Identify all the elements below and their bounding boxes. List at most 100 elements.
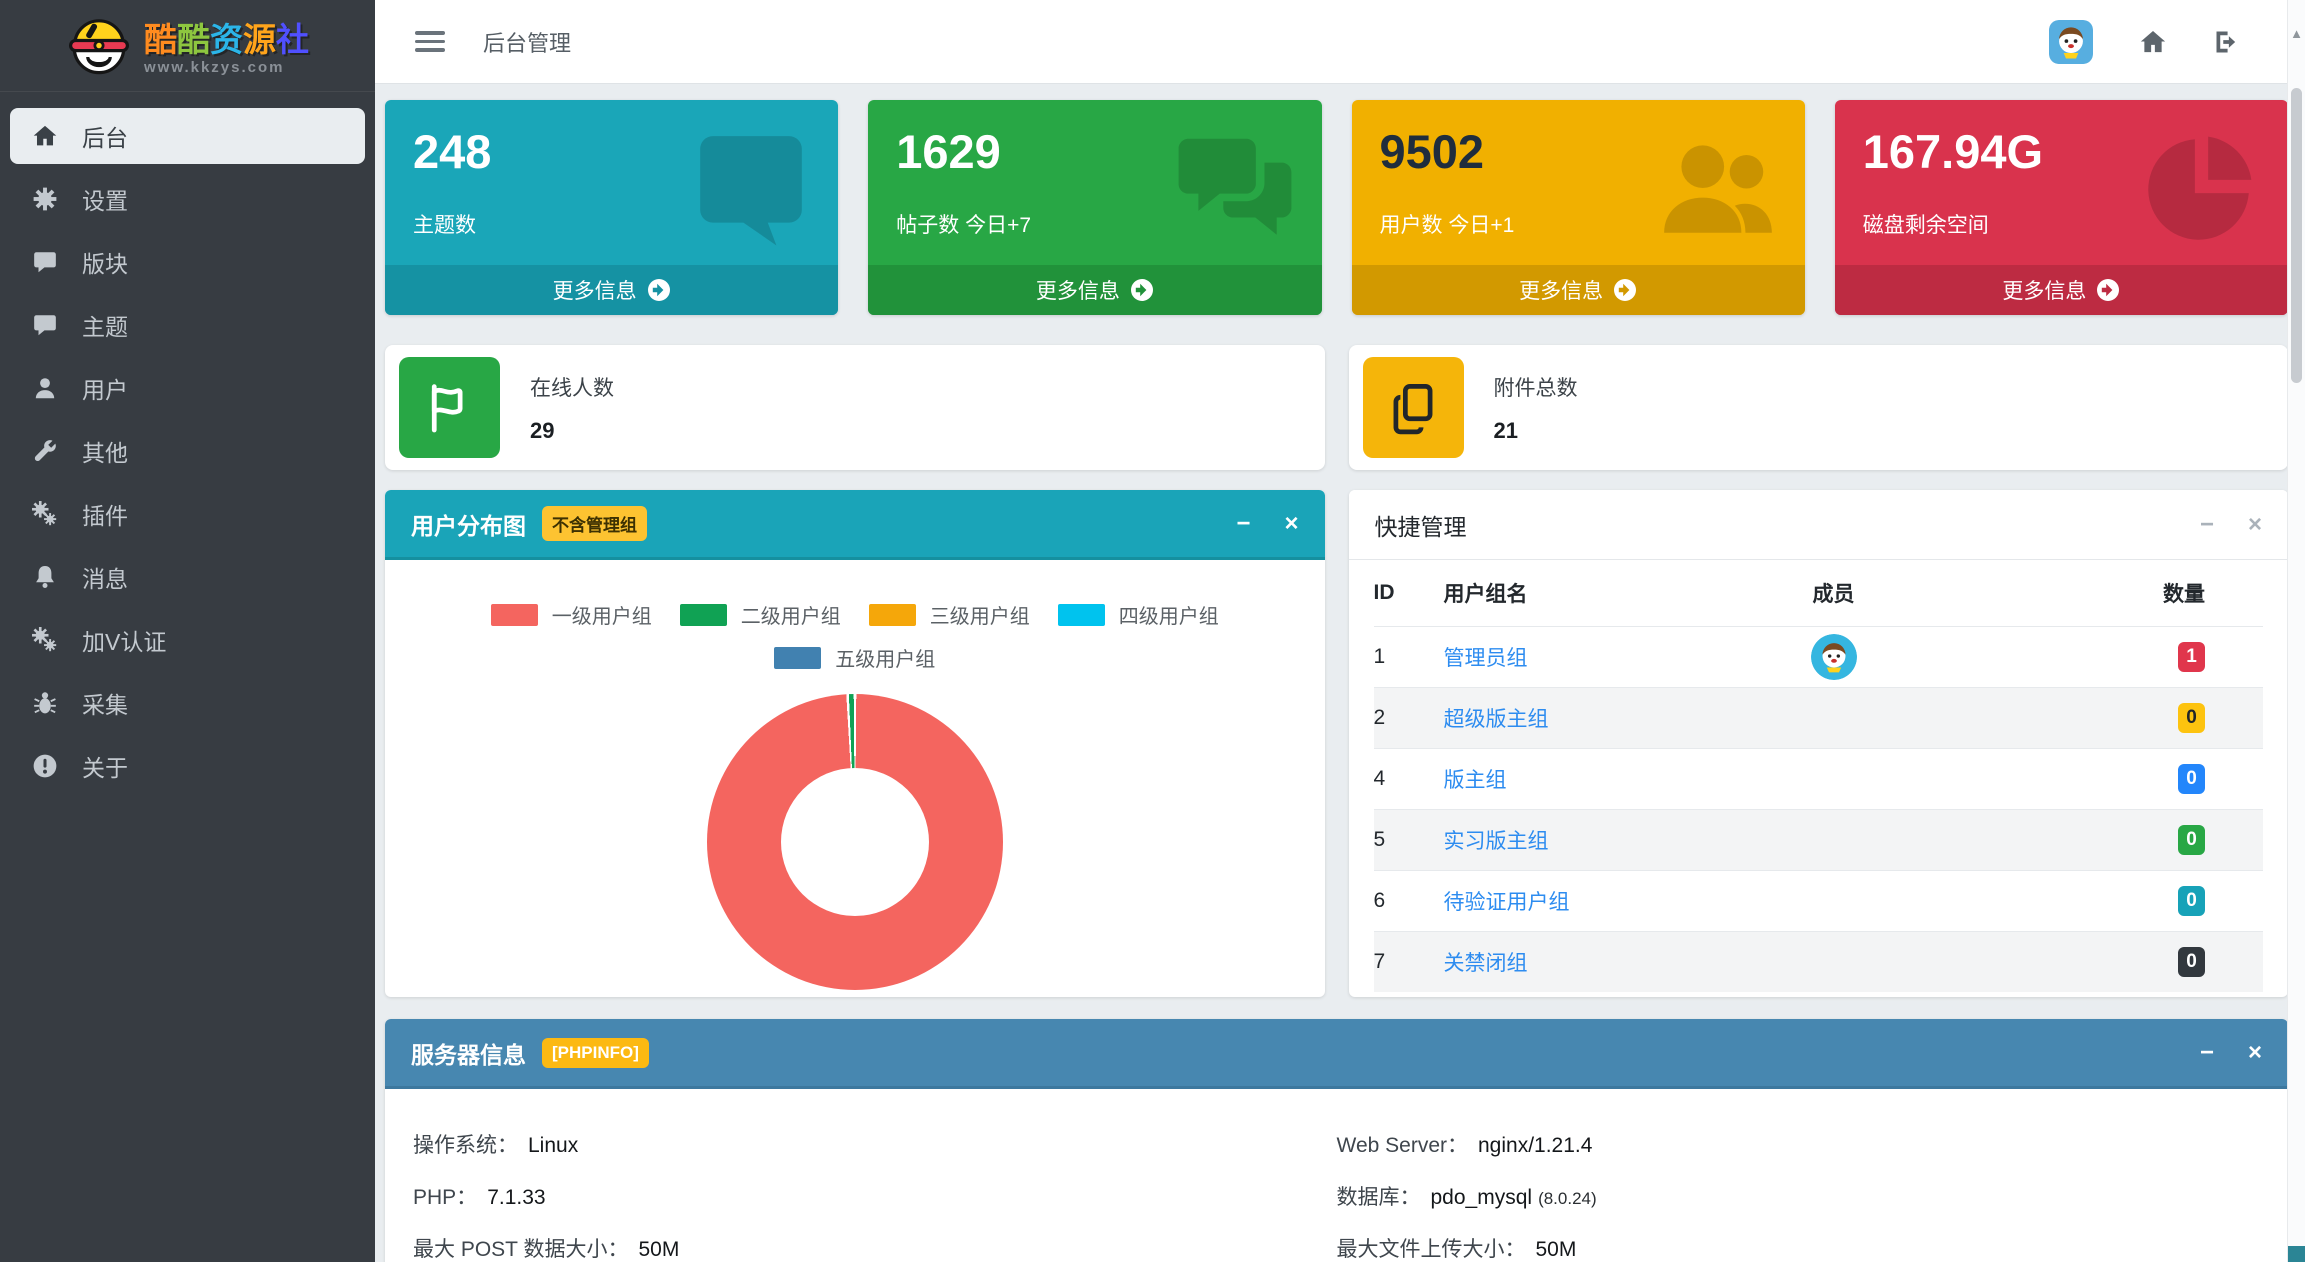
brand-subtitle: www.kkzys.com bbox=[144, 58, 285, 76]
page-scrollbar[interactable]: ▲ bbox=[2287, 0, 2305, 1262]
user-distribution-donut bbox=[706, 694, 1003, 990]
more-info-label: 更多信息 bbox=[552, 280, 637, 303]
group-id: 4 bbox=[1373, 767, 1386, 790]
legend-color-swatch bbox=[774, 646, 822, 669]
legend-item[interactable]: 一级用户组 bbox=[490, 600, 652, 629]
sidebar-item[interactable]: 插件 bbox=[10, 486, 365, 542]
home-icon[interactable] bbox=[2139, 28, 2167, 56]
panel-title: 服务器信息 bbox=[411, 1041, 526, 1068]
signout-icon[interactable] bbox=[2213, 28, 2241, 56]
minimize-icon[interactable]: − bbox=[2200, 512, 2214, 537]
sidebar-item[interactable]: 版块 bbox=[10, 234, 365, 290]
sidebar-item[interactable]: 消息 bbox=[10, 549, 365, 605]
close-icon[interactable]: × bbox=[2248, 512, 2262, 537]
legend-item[interactable]: 五级用户组 bbox=[774, 643, 935, 672]
arrow-circle-right-icon bbox=[1130, 278, 1154, 302]
group-id: 2 bbox=[1373, 706, 1386, 729]
member-avatar[interactable] bbox=[1810, 634, 1857, 680]
arrow-circle-right-icon bbox=[1613, 278, 1637, 302]
sidebar-item-label: 插件 bbox=[82, 503, 128, 529]
comment-icon bbox=[32, 249, 58, 275]
group-link[interactable]: 版主组 bbox=[1444, 769, 1507, 792]
minimize-icon[interactable]: − bbox=[1236, 511, 1250, 536]
sidebar-item-label: 主题 bbox=[82, 314, 128, 340]
legend-color-swatch bbox=[868, 603, 916, 626]
count-badge: 0 bbox=[2178, 886, 2205, 916]
panel-title: 用户分布图 bbox=[411, 512, 526, 539]
stat-card: 1629 帖子数 今日+7 更多信息 bbox=[868, 100, 1322, 315]
group-link[interactable]: 实习版主组 bbox=[1444, 830, 1549, 853]
gear-icon bbox=[32, 186, 58, 212]
col-member: 成员 bbox=[1812, 583, 1855, 606]
phpinfo-badge[interactable]: [PHPINFO] bbox=[542, 1037, 649, 1068]
more-info-link[interactable]: 更多信息 bbox=[1834, 265, 2288, 315]
sidebar-item[interactable]: 后台 bbox=[10, 108, 365, 164]
user-distribution-panel: 用户分布图 不含管理组 − × 一级用户组 二级用户组 三级用户组 四级用户组 … bbox=[385, 490, 1325, 997]
sidebar-toggle-icon[interactable] bbox=[415, 26, 445, 57]
table-row: 5 实习版主组 0 bbox=[1373, 809, 2263, 870]
group-id: 6 bbox=[1373, 889, 1386, 912]
group-link[interactable]: 管理员组 bbox=[1444, 647, 1528, 670]
group-id: 5 bbox=[1373, 828, 1386, 851]
stat-value: 9502 bbox=[1379, 125, 1485, 178]
stat-card: 248 主题数 更多信息 bbox=[385, 100, 839, 315]
sidebar-item-label: 用户 bbox=[82, 377, 128, 403]
mascot-logo-icon bbox=[66, 13, 132, 84]
legend-item[interactable]: 二级用户组 bbox=[679, 600, 841, 629]
server-info-line: 最大文件上传大小： 50M bbox=[1336, 1238, 1577, 1261]
flag-icon bbox=[423, 381, 477, 435]
close-icon[interactable]: × bbox=[2248, 1040, 2262, 1065]
sidebar-item-label: 后台 bbox=[82, 125, 128, 151]
sidebar-item[interactable]: 采集 bbox=[10, 675, 365, 731]
count-badge: 0 bbox=[2178, 703, 2205, 733]
server-info-line: 操作系统： Linux bbox=[413, 1134, 579, 1157]
arrow-circle-right-icon bbox=[2096, 278, 2120, 302]
scrollbar-up-arrow-icon[interactable]: ▲ bbox=[2288, 26, 2305, 41]
sidebar-item[interactable]: 加V认证 bbox=[10, 612, 365, 668]
legend-item[interactable]: 四级用户组 bbox=[1057, 600, 1219, 629]
group-link[interactable]: 关禁闭组 bbox=[1444, 952, 1528, 975]
col-group: 用户组名 bbox=[1443, 583, 1528, 606]
info-box-label: 在线人数 bbox=[530, 376, 614, 400]
wrench-icon bbox=[32, 438, 58, 464]
brand-logo[interactable]: 酷酷资源社 www.kkzys.com bbox=[0, 0, 375, 92]
server-info-line: 数据库： pdo_mysql (8.0.24) bbox=[1336, 1186, 1597, 1209]
sidebar: 酷酷资源社 www.kkzys.com 后台 设置 版块 主题 用户 其他 插件… bbox=[0, 0, 375, 1262]
server-info-line: 最大 POST 数据大小： 50M bbox=[413, 1238, 680, 1261]
sidebar-item[interactable]: 主题 bbox=[10, 297, 365, 353]
group-link[interactable]: 待验证用户组 bbox=[1444, 891, 1570, 914]
group-id: 7 bbox=[1373, 950, 1386, 973]
content: 248 主题数 更多信息 1629 帖子数 今日+7 更多信息 9502 用户数… bbox=[375, 84, 2305, 1262]
scrollbar-thumb[interactable] bbox=[2291, 88, 2302, 383]
minimize-icon[interactable]: − bbox=[2200, 1040, 2214, 1065]
group-link[interactable]: 超级版主组 bbox=[1444, 708, 1549, 731]
sidebar-item-label: 其他 bbox=[82, 440, 128, 466]
col-id: ID bbox=[1373, 581, 1395, 604]
table-row: 1 管理员组 1 bbox=[1373, 626, 2263, 687]
stat-label: 磁盘剩余空间 bbox=[1862, 214, 1989, 237]
sidebar-item-label: 加V认证 bbox=[82, 629, 167, 655]
user-icon bbox=[32, 375, 58, 401]
close-icon[interactable]: × bbox=[1284, 511, 1298, 536]
user-avatar[interactable] bbox=[2049, 19, 2093, 64]
sidebar-item-label: 关于 bbox=[82, 755, 128, 781]
arrow-circle-right-icon bbox=[647, 278, 671, 302]
table-row: 6 待验证用户组 0 bbox=[1373, 870, 2263, 931]
legend-color-swatch bbox=[1057, 603, 1105, 626]
sidebar-item[interactable]: 设置 bbox=[10, 171, 365, 227]
count-badge: 0 bbox=[2178, 947, 2205, 977]
sidebar-item[interactable]: 其他 bbox=[10, 423, 365, 479]
legend-item[interactable]: 三级用户组 bbox=[868, 600, 1030, 629]
stat-card: 9502 用户数 今日+1 更多信息 bbox=[1351, 100, 1805, 315]
info-boxes: 在线人数 29 附件总数 21 bbox=[385, 345, 2288, 470]
more-info-label: 更多信息 bbox=[2002, 280, 2087, 303]
admin-dashboard: 酷酷资源社 www.kkzys.com 后台 设置 版块 主题 用户 其他 插件… bbox=[0, 0, 2305, 1262]
stat-label: 主题数 bbox=[413, 214, 476, 237]
sidebar-item[interactable]: 用户 bbox=[10, 360, 365, 416]
more-info-link[interactable]: 更多信息 bbox=[1351, 265, 1805, 315]
sidebar-item-label: 设置 bbox=[82, 188, 128, 214]
more-info-link[interactable]: 更多信息 bbox=[385, 265, 839, 315]
sidebar-item[interactable]: 关于 bbox=[10, 738, 365, 794]
more-info-link[interactable]: 更多信息 bbox=[868, 265, 1322, 315]
panel-title: 快捷管理 bbox=[1374, 513, 1467, 540]
